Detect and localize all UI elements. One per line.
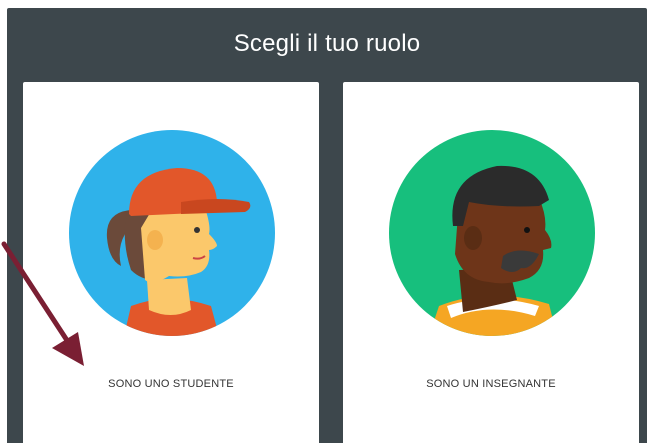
teacher-role-label: SONO UN INSEGNANTE <box>426 378 556 390</box>
teacher-avatar-icon <box>389 130 595 336</box>
student-avatar-icon <box>69 130 275 336</box>
role-selection-dialog: Scegli il tuo ruolo SONO UNO STUDENTE SO… <box>7 8 647 443</box>
student-role-label: SONO UNO STUDENTE <box>108 378 234 390</box>
student-role-card[interactable]: SONO UNO STUDENTE <box>23 82 319 443</box>
teacher-role-card[interactable]: SONO UN INSEGNANTE <box>343 82 639 443</box>
dialog-title: Scegli il tuo ruolo <box>233 30 421 57</box>
dialog-header: Scegli il tuo ruolo <box>7 8 647 80</box>
